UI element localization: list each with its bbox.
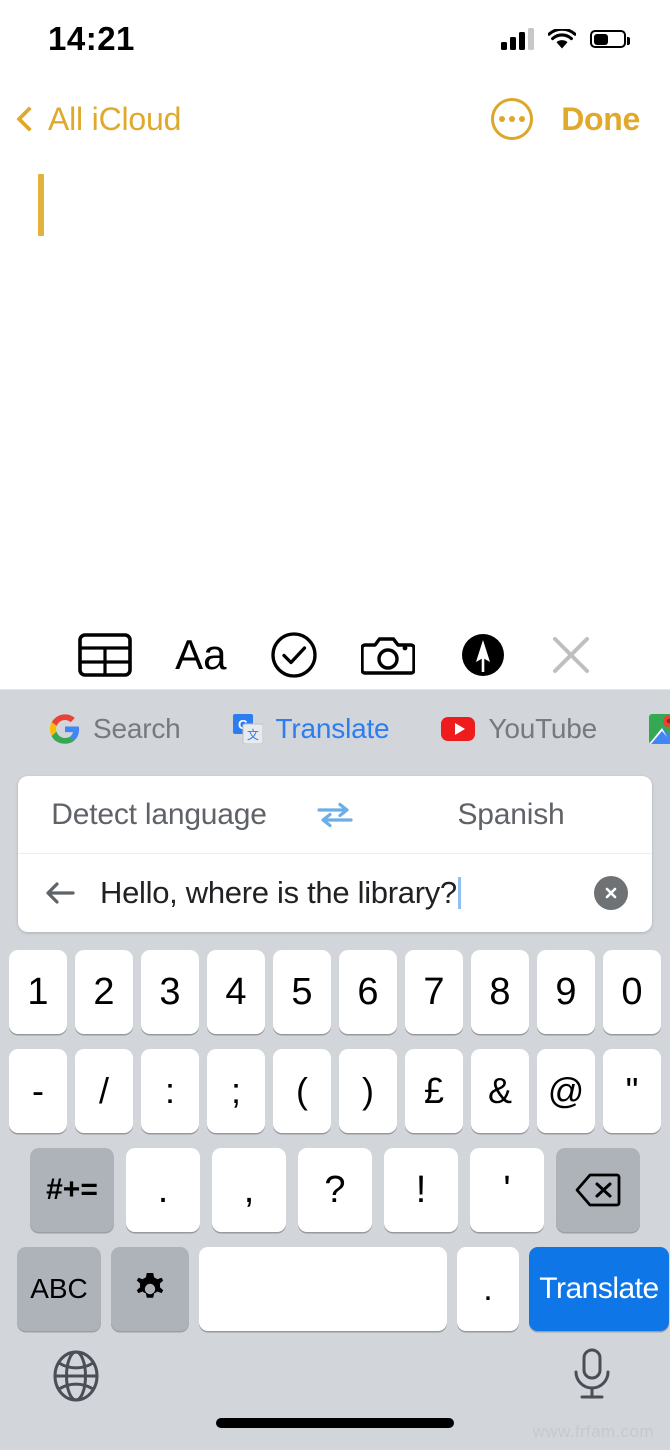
cellular-bars-icon [501, 28, 534, 50]
key-8[interactable]: 8 [471, 950, 529, 1034]
app-bar-item-translate[interactable]: G 文 Translate [232, 713, 390, 745]
note-text-area[interactable] [0, 160, 670, 620]
back-button-label: All iCloud [48, 100, 182, 137]
keyboard-row-numbers: 1 2 3 4 5 6 7 8 9 0 [0, 950, 670, 1034]
key-abc-toggle[interactable]: ABC [17, 1247, 101, 1331]
app-bar-item-search[interactable]: Search [50, 713, 181, 745]
translate-action-button[interactable]: Translate [529, 1247, 669, 1331]
key-apostrophe[interactable]: ' [470, 1148, 544, 1232]
key-comma[interactable]: , [212, 1148, 286, 1232]
app-bar-item-maps[interactable]: Ma [649, 713, 670, 745]
notes-format-toolbar: Aa [0, 620, 670, 690]
translate-input-row: Hello, where is the library? [18, 854, 652, 932]
keyboard-bottom-bar: www.frfam.com [0, 1332, 670, 1450]
key-4[interactable]: 4 [207, 950, 265, 1034]
target-language-button[interactable]: Spanish [370, 798, 652, 832]
backspace-icon[interactable] [556, 1148, 640, 1232]
key-1[interactable]: 1 [9, 950, 67, 1034]
key-9[interactable]: 9 [537, 950, 595, 1034]
home-indicator[interactable] [216, 1418, 454, 1428]
watermark: www.frfam.com [532, 1422, 654, 1441]
key-ampersand[interactable]: & [471, 1049, 529, 1133]
key-at[interactable]: @ [537, 1049, 595, 1133]
status-indicators [501, 27, 630, 50]
gboard-app-bar: Search G 文 Translate YouTube [0, 690, 670, 768]
key-exclamation[interactable]: ! [384, 1148, 458, 1232]
close-icon[interactable] [550, 634, 592, 676]
google-translate-icon: G 文 [232, 714, 264, 745]
microphone-icon[interactable] [566, 1346, 618, 1409]
keyboard-row-bottom: ABC . Translate [0, 1247, 670, 1331]
camera-icon[interactable] [361, 633, 416, 677]
key-space[interactable] [199, 1247, 447, 1331]
youtube-icon [441, 717, 476, 741]
key-3[interactable]: 3 [141, 950, 199, 1034]
chevron-left-icon [16, 106, 42, 132]
app-bar-label-translate: Translate [275, 713, 390, 744]
app-bar-label-search: Search [93, 713, 181, 744]
key-semicolon[interactable]: ; [207, 1049, 265, 1133]
keyboard: Search G 文 Translate YouTube [0, 690, 670, 1450]
key-7[interactable]: 7 [405, 950, 463, 1034]
nav-bar-actions: Done [491, 98, 640, 140]
key-paren-open[interactable]: ( [273, 1049, 331, 1133]
key-slash[interactable]: / [75, 1049, 133, 1133]
key-pound[interactable]: £ [405, 1049, 463, 1133]
key-0[interactable]: 0 [603, 950, 661, 1034]
status-time: 14:21 [48, 20, 135, 57]
key-symbols-toggle[interactable]: #+= [30, 1148, 114, 1232]
key-period[interactable]: . [126, 1148, 200, 1232]
google-g-icon [50, 714, 80, 744]
checklist-circle-icon[interactable] [270, 631, 318, 679]
input-caret [457, 877, 461, 909]
clear-circle-icon[interactable] [594, 876, 628, 910]
gear-icon[interactable] [111, 1247, 189, 1331]
key-paren-close[interactable]: ) [339, 1049, 397, 1133]
translate-panel: Detect language Spanish Hello, where is … [18, 776, 652, 932]
key-6[interactable]: 6 [339, 950, 397, 1034]
app-bar-item-youtube[interactable]: YouTube [441, 713, 597, 745]
aa-text-format-icon[interactable]: Aa [175, 631, 226, 679]
ellipsis-circle-icon[interactable] [491, 98, 534, 140]
back-button[interactable]: All iCloud [14, 101, 181, 138]
key-question[interactable]: ? [298, 1148, 372, 1232]
key-hyphen[interactable]: - [9, 1049, 67, 1133]
translate-input-value: Hello, where is the library? [100, 875, 457, 910]
key-5[interactable]: 5 [273, 950, 331, 1034]
done-button[interactable]: Done [561, 101, 640, 138]
key-period-bottom[interactable]: . [457, 1247, 519, 1331]
key-colon[interactable]: : [141, 1049, 199, 1133]
keyboard-row-third: #+= . , ? ! ' [0, 1148, 670, 1232]
translate-input-field[interactable]: Hello, where is the library? [100, 875, 572, 911]
navigation-bar: All iCloud Done [0, 78, 670, 160]
markup-pen-icon[interactable] [459, 631, 507, 679]
keyboard-row-symbols: - / : ; ( ) £ & @ " [0, 1049, 670, 1133]
phone-screen: 14:21 All iCloud Done Aa Search 文 Transl… [0, 0, 670, 1450]
app-bar-label-youtube: YouTube [488, 713, 598, 744]
swap-horizontal-icon[interactable] [300, 800, 370, 830]
status-bar: 14:21 [0, 0, 670, 78]
source-language-button[interactable]: Detect language [18, 798, 300, 832]
battery-icon [590, 30, 630, 48]
table-icon[interactable] [77, 632, 132, 677]
text-caret [38, 174, 44, 236]
wifi-icon [547, 27, 577, 50]
arrow-left-icon[interactable] [42, 875, 78, 911]
svg-text:文: 文 [247, 727, 259, 742]
language-selector-row: Detect language Spanish [18, 776, 652, 854]
key-quote[interactable]: " [603, 1049, 661, 1133]
google-maps-icon [649, 714, 670, 744]
key-2[interactable]: 2 [75, 950, 133, 1034]
globe-icon[interactable] [48, 1348, 104, 1409]
